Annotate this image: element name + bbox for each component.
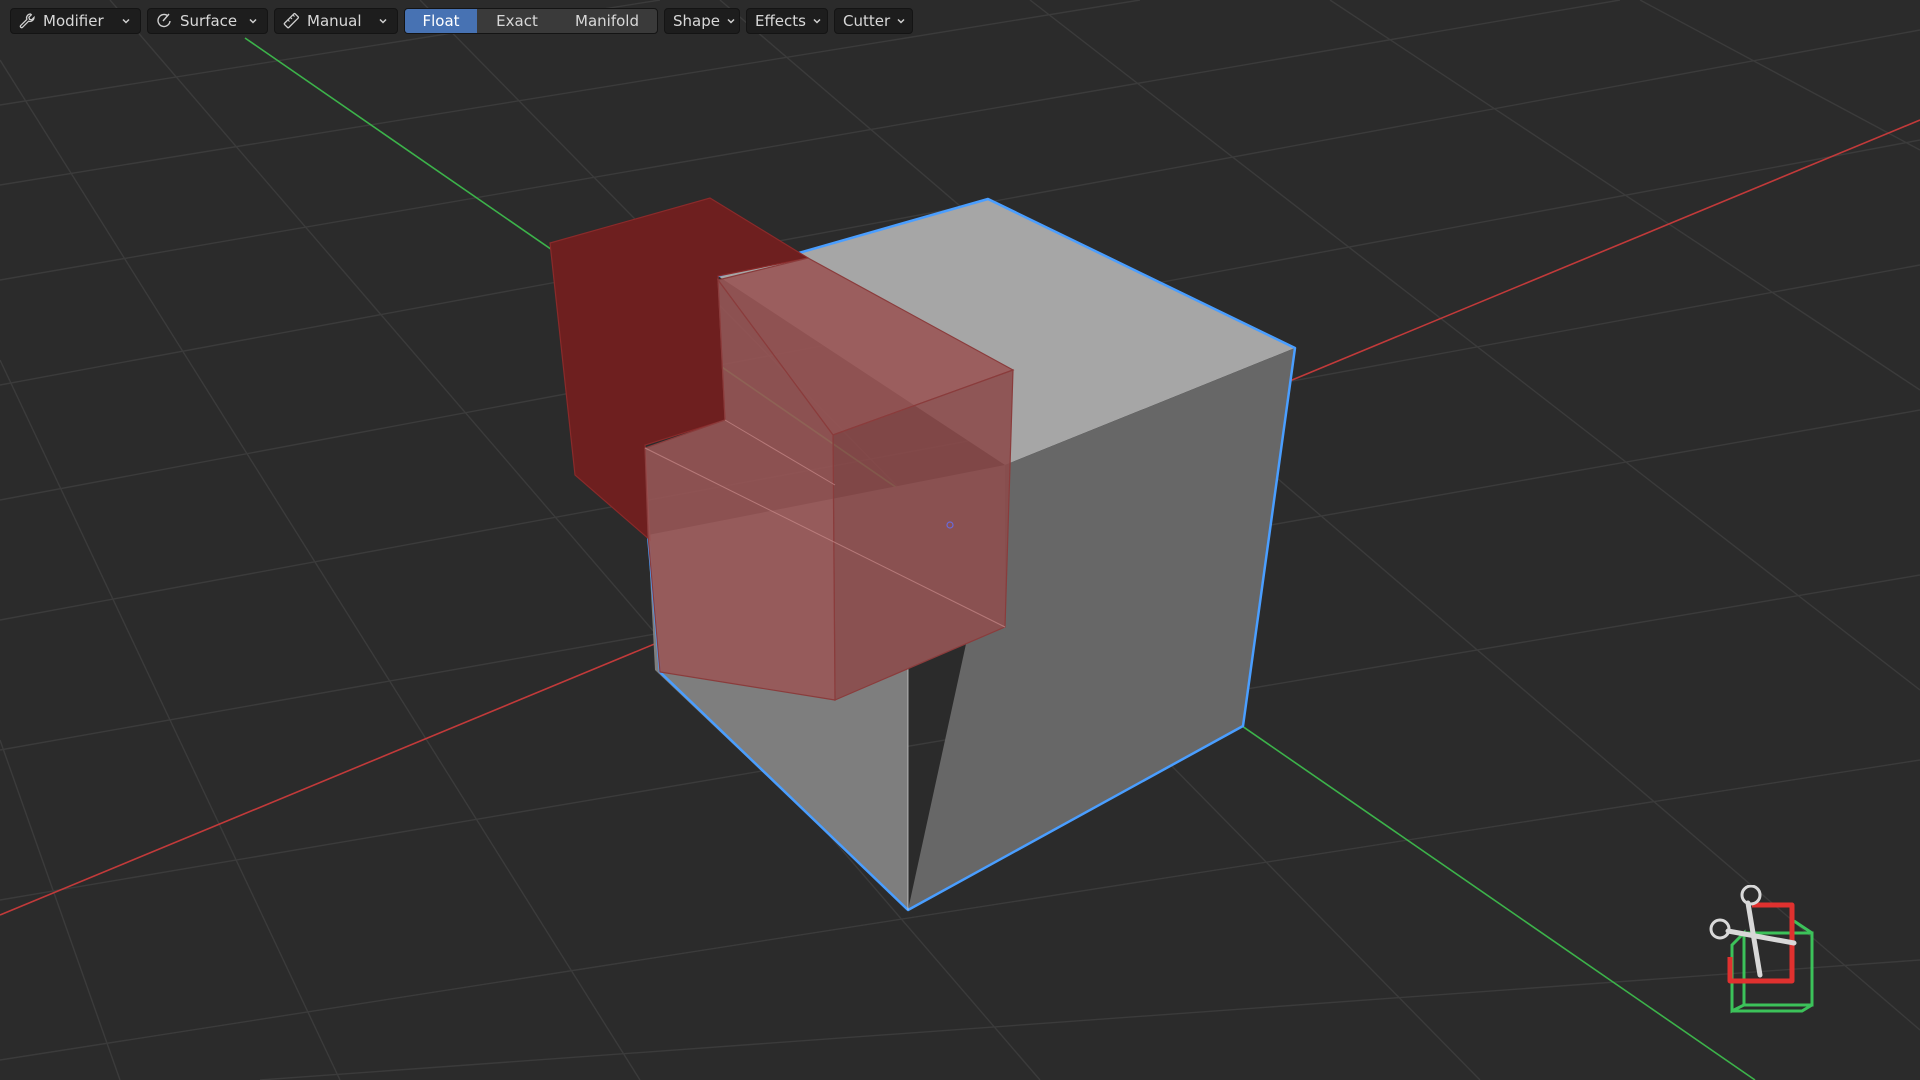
cutter-dropdown[interactable]: Cutter bbox=[834, 8, 913, 34]
shape-dropdown[interactable]: Shape bbox=[664, 8, 740, 34]
modifier-dropdown[interactable]: Modifier bbox=[10, 8, 141, 34]
chevron-down-icon bbox=[120, 15, 132, 27]
manual-dropdown[interactable]: Manual bbox=[274, 8, 398, 34]
3d-viewport[interactable] bbox=[0, 0, 1920, 1080]
scissors-boolean-cut-icon[interactable] bbox=[1708, 884, 1840, 1015]
chevron-down-icon bbox=[247, 15, 259, 27]
manual-label: Manual bbox=[307, 12, 362, 30]
chevron-down-icon bbox=[377, 15, 389, 27]
boolean-toolbar: Modifier Surface Manual Float Exact Mani… bbox=[10, 8, 913, 34]
solver-mode-toggle: Float Exact Manifold bbox=[404, 8, 658, 34]
chevron-down-icon bbox=[726, 15, 736, 27]
mode-float-button[interactable]: Float bbox=[405, 9, 477, 33]
shape-label: Shape bbox=[673, 12, 720, 30]
chevron-down-icon bbox=[812, 15, 822, 27]
mode-manifold-button[interactable]: Manifold bbox=[557, 9, 657, 33]
surface-dropdown[interactable]: Surface bbox=[147, 8, 268, 34]
chevron-down-icon bbox=[896, 15, 906, 27]
modifier-label: Modifier bbox=[43, 12, 104, 30]
surface-icon bbox=[154, 11, 174, 31]
mode-exact-button[interactable]: Exact bbox=[477, 9, 557, 33]
effects-dropdown[interactable]: Effects bbox=[746, 8, 828, 34]
effects-label: Effects bbox=[755, 12, 806, 30]
wrench-icon bbox=[17, 11, 37, 31]
surface-label: Surface bbox=[180, 12, 238, 30]
cutter-label: Cutter bbox=[843, 12, 891, 30]
ruler-icon bbox=[281, 11, 301, 31]
